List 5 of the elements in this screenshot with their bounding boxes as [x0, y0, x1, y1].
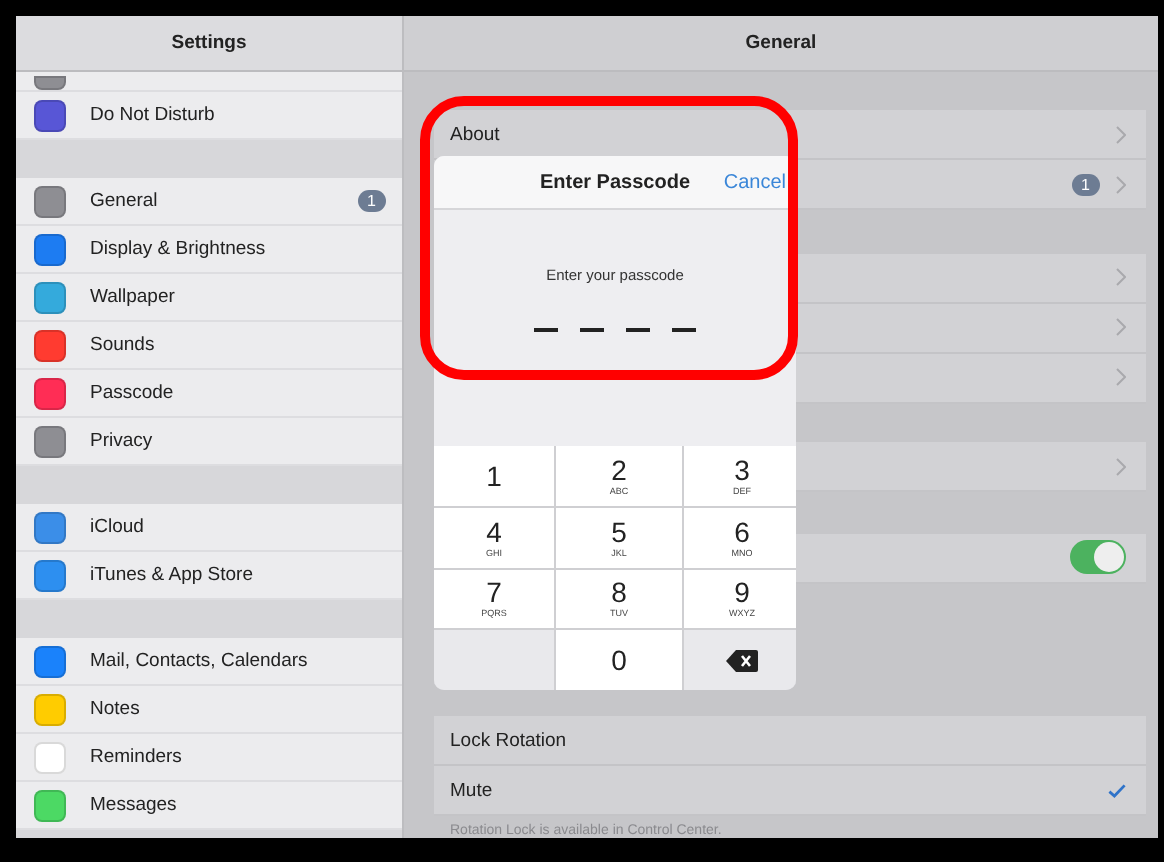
detail-title: General [404, 16, 1158, 72]
count-badge: 1 [357, 190, 386, 212]
count-badge: 1 [1071, 173, 1100, 196]
sidebar-title: Settings [16, 16, 402, 72]
dialog-title: Enter Passcode [539, 171, 691, 193]
